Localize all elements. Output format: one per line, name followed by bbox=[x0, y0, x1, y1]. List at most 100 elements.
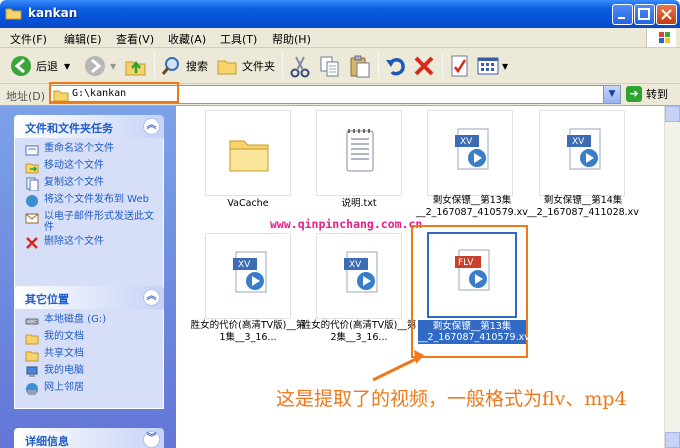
folders-button[interactable]: 文件夹 bbox=[216, 53, 275, 79]
cut-button[interactable] bbox=[288, 53, 312, 79]
place-my-computer[interactable]: 我的电脑 bbox=[25, 365, 157, 379]
scroll-up-icon[interactable] bbox=[665, 106, 680, 122]
go-arrow-icon: ➜ bbox=[626, 86, 642, 102]
address-highlight-box bbox=[49, 82, 179, 103]
undo-button[interactable] bbox=[384, 53, 408, 79]
paste-button[interactable] bbox=[348, 53, 372, 79]
properties-button[interactable] bbox=[448, 53, 472, 79]
copy-file-icon bbox=[26, 177, 39, 191]
rename-icon bbox=[25, 145, 39, 156]
views-grid-icon bbox=[477, 57, 499, 75]
details-header[interactable]: 详细信息 ︾ bbox=[14, 428, 164, 448]
menu-edit[interactable]: 编辑(E) bbox=[64, 31, 102, 47]
search-button[interactable]: 搜索 bbox=[160, 53, 208, 79]
badge-flv: FLV bbox=[458, 258, 474, 268]
file-thumb-xv-14[interactable]: XV bbox=[539, 110, 625, 196]
collapse-chevron-icon[interactable]: ︽ bbox=[143, 289, 160, 306]
badge-xv: XV bbox=[460, 137, 473, 147]
task-rename[interactable]: 重命名这个文件 bbox=[25, 143, 157, 157]
task-pane: 文件和文件夹任务 ︽ 重命名这个文件 移动这个文件 复制这个文件 将这个文件发布… bbox=[0, 106, 176, 448]
title-bar: kankan bbox=[0, 0, 680, 28]
menu-help[interactable]: 帮助(H) bbox=[272, 31, 311, 47]
badge-xv: XV bbox=[238, 260, 251, 270]
properties-icon bbox=[451, 55, 468, 77]
file-name-vacache[interactable]: VaCache bbox=[189, 198, 307, 210]
back-dropdown-icon[interactable]: ▼ bbox=[64, 62, 70, 71]
close-icon bbox=[661, 9, 672, 20]
task-delete[interactable]: 删除这个文件 bbox=[25, 236, 157, 250]
undo-icon bbox=[386, 58, 405, 76]
go-button[interactable]: ➜ 转到 bbox=[626, 86, 668, 102]
email-icon bbox=[25, 213, 39, 224]
toolbar: 后退 ▼ ▼ 搜索 文件夹 ▼ bbox=[0, 48, 680, 84]
back-button[interactable]: 后退 ▼ bbox=[10, 53, 70, 79]
menu-view[interactable]: 查看(V) bbox=[116, 31, 154, 47]
file-tasks-header[interactable]: 文件和文件夹任务 ︽ bbox=[14, 115, 164, 138]
folder-icon bbox=[5, 8, 22, 20]
views-dropdown-icon[interactable]: ▼ bbox=[502, 62, 508, 71]
delete-icon bbox=[26, 237, 38, 249]
expand-chevron-icon[interactable]: ︾ bbox=[143, 431, 160, 448]
badge-xv: XV bbox=[572, 137, 585, 147]
close-button[interactable] bbox=[656, 4, 677, 25]
other-places-header[interactable]: 其它位置 ︽ bbox=[14, 286, 164, 309]
content-scrollbar[interactable] bbox=[664, 106, 680, 448]
file-name-xv-14[interactable]: 剩女保镖__第14集__2_167087_411028.xv bbox=[524, 195, 642, 219]
menu-tools[interactable]: 工具(T) bbox=[220, 31, 257, 47]
folders-label: 文件夹 bbox=[242, 60, 275, 73]
network-icon bbox=[26, 383, 38, 395]
place-shared-documents[interactable]: 共享文档 bbox=[25, 348, 157, 362]
up-button[interactable] bbox=[124, 53, 148, 79]
folder-up-icon bbox=[125, 60, 146, 76]
copy-button[interactable] bbox=[318, 53, 342, 79]
file-name-flv[interactable]: 剩女保镖__第13集__2_167087_410579.xv.flv bbox=[418, 320, 544, 344]
place-my-documents[interactable]: 我的文档 bbox=[25, 331, 157, 345]
task-email[interactable]: 以电子邮件形式发送此文件 bbox=[25, 211, 157, 233]
text-file-icon bbox=[346, 129, 374, 172]
task-copy-label: 复制这个文件 bbox=[44, 177, 104, 188]
menu-file[interactable]: 文件(F) bbox=[10, 31, 47, 47]
maximize-icon bbox=[638, 8, 650, 20]
address-dropdown-icon[interactable]: ▼ bbox=[603, 86, 620, 103]
task-publish-web[interactable]: 将这个文件发布到 Web bbox=[25, 194, 157, 208]
task-rename-label: 重命名这个文件 bbox=[44, 143, 114, 154]
back-label: 后退 bbox=[36, 60, 58, 73]
file-thumb-flv[interactable]: FLV bbox=[427, 232, 517, 318]
file-name-xv-13[interactable]: 剩女保镖__第13集__2_167087_410579.xv bbox=[413, 195, 531, 219]
views-button[interactable]: ▼ bbox=[476, 53, 508, 79]
task-move[interactable]: 移动这个文件 bbox=[25, 160, 157, 174]
file-thumb-txt[interactable] bbox=[316, 110, 402, 196]
file-thumb-vacache[interactable] bbox=[205, 110, 291, 196]
collapse-chevron-icon[interactable]: ︽ bbox=[143, 118, 160, 135]
shared-folder-icon bbox=[25, 351, 39, 362]
badge-xv: XV bbox=[349, 260, 362, 270]
file-name-txt[interactable]: 说明.txt bbox=[300, 198, 418, 210]
paste-icon bbox=[350, 55, 370, 78]
place-local-disk-label: 本地磁盘 (G:) bbox=[44, 314, 107, 325]
annotation-text: 这是提取了的视频，一般格式为flv、mp4 bbox=[276, 388, 627, 410]
delete-x-icon bbox=[414, 56, 434, 76]
minimize-icon bbox=[618, 17, 625, 19]
windows-logo bbox=[646, 29, 676, 47]
place-local-disk[interactable]: 本地磁盘 (G:) bbox=[25, 314, 157, 328]
back-arrow-icon bbox=[11, 56, 31, 76]
xv-video-icon: XV bbox=[455, 128, 489, 170]
place-network[interactable]: 网上邻居 bbox=[25, 382, 157, 396]
computer-icon bbox=[26, 366, 38, 377]
windows-flag-icon bbox=[659, 32, 670, 43]
copy-icon bbox=[320, 56, 339, 77]
folders-icon bbox=[217, 60, 237, 75]
details-panel: 详细信息 ︾ bbox=[14, 428, 164, 448]
menu-favorites[interactable]: 收藏(A) bbox=[168, 31, 206, 47]
task-email-label: 以电子邮件形式发送此文件 bbox=[44, 211, 154, 233]
minimize-button[interactable] bbox=[612, 4, 633, 25]
task-copy[interactable]: 复制这个文件 bbox=[25, 177, 157, 191]
maximize-button[interactable] bbox=[634, 4, 655, 25]
forward-dropdown-icon[interactable]: ▼ bbox=[110, 62, 116, 71]
forward-button[interactable]: ▼ bbox=[84, 53, 116, 79]
delete-button[interactable] bbox=[412, 53, 436, 79]
scroll-down-icon[interactable] bbox=[665, 432, 680, 448]
other-places-title: 其它位置 bbox=[25, 293, 69, 306]
go-label: 转到 bbox=[646, 88, 668, 101]
file-thumb-xv-13[interactable]: XV bbox=[427, 110, 513, 196]
